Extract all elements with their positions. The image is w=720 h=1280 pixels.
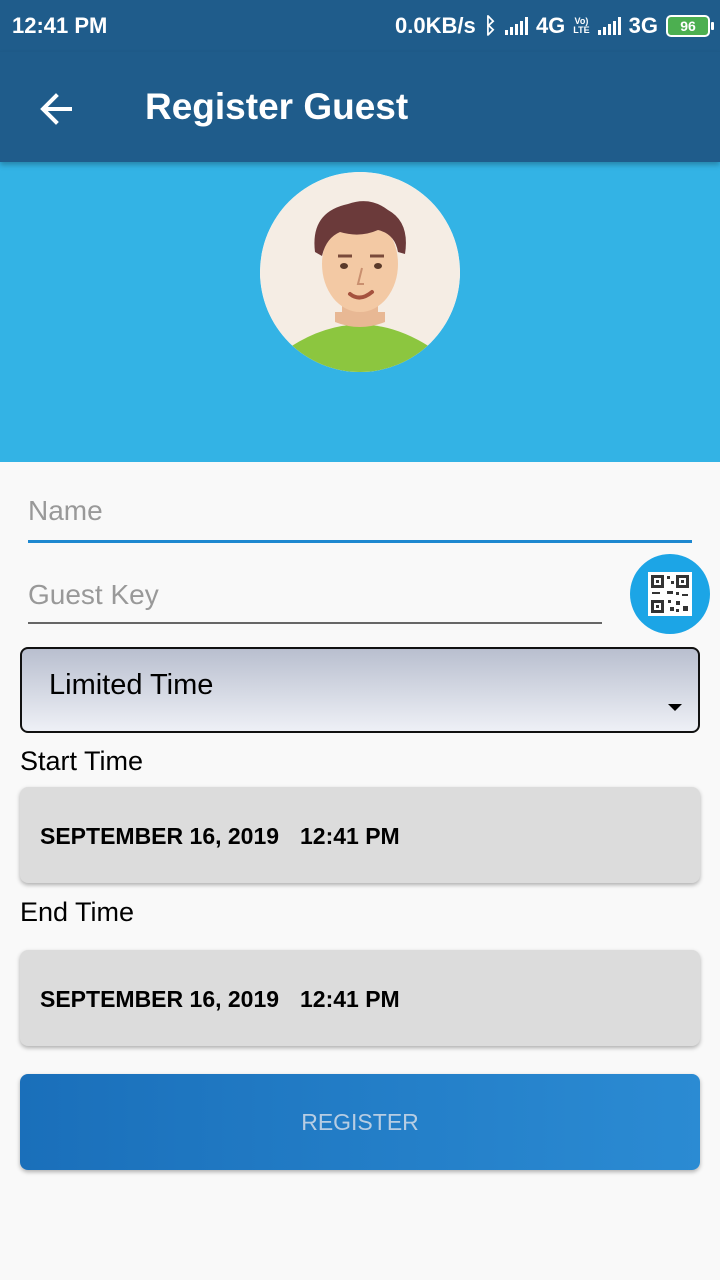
bluetooth-icon: ᛒ [483,13,497,38]
battery-icon: 96 [666,15,714,37]
network-type-3g: 3G [628,13,658,38]
register-label: REGISTER [301,1108,419,1135]
register-button[interactable]: REGISTER [20,1074,700,1170]
start-date-text: SEPTEMBER 16, 2019 [40,823,280,849]
end-time-text: 12:41 PM [300,986,400,1012]
start-time-label: Start Time [20,746,144,776]
person-avatar-icon [260,172,460,372]
page-title: Register Guest [145,86,409,127]
app-bar: Register Guest [0,52,720,162]
status-bar: 12:41 PM 0.0KB/s ᛒ 4G Vo) LTE 3G 96 [0,0,720,52]
dropdown-arrow-icon [668,704,682,711]
guest-key-placeholder: Guest Key [28,579,159,610]
scan-qr-button[interactable] [630,554,710,634]
guest-avatar[interactable] [260,172,460,372]
access-type-dropdown[interactable]: Limited Time [20,647,700,733]
network-speed: 0.0KB/s [395,13,476,38]
end-time-label: End Time [20,897,135,927]
status-icons: 0.0KB/s ᛒ 4G Vo) LTE 3G 96 [395,13,714,39]
profile-header [0,162,720,462]
volte-icon: Vo) LTE [573,16,590,35]
name-input[interactable]: Name [28,490,692,543]
network-type-4g: 4G [535,13,566,38]
guest-key-input[interactable]: Guest Key [28,574,602,624]
back-button[interactable] [30,82,84,136]
qr-code-icon [648,572,692,616]
status-time: 12:41 PM [12,13,108,38]
start-time-text: 12:41 PM [300,823,400,849]
end-date-text: SEPTEMBER 16, 2019 [40,986,280,1012]
access-type-value: Limited Time [49,669,214,701]
arrow-left-icon [40,93,72,125]
name-placeholder: Name [28,495,103,526]
signal-icon-2 [597,17,621,35]
end-time-button[interactable]: SEPTEMBER 16, 2019 12:41 PM [20,950,700,1046]
signal-icon [504,17,528,35]
start-time-button[interactable]: SEPTEMBER 16, 2019 12:41 PM [20,787,700,883]
